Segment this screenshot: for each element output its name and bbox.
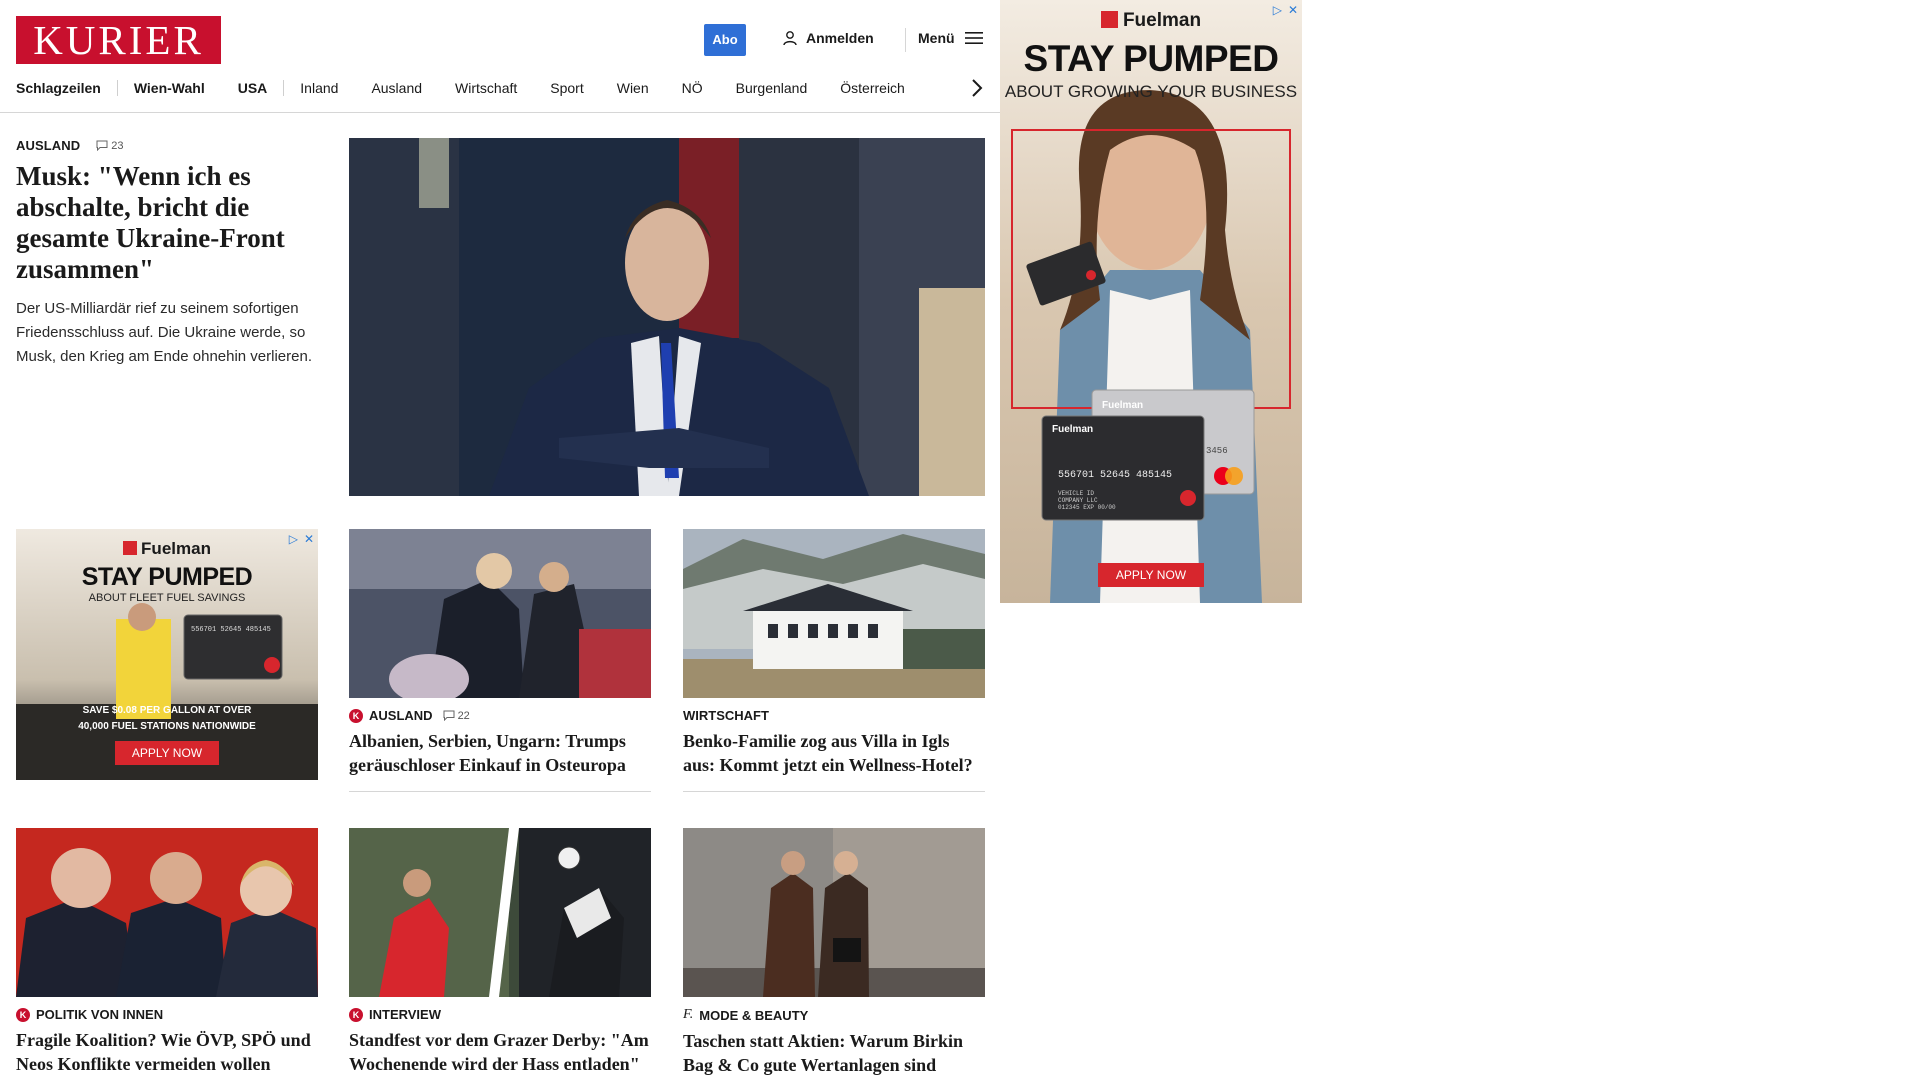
nav-spacer — [354, 80, 355, 96]
ressort-label: WIRTSCHAFT — [683, 708, 769, 723]
card-details: VEHICLE ID COMPANY LLC 012345 EXP 00/00 — [1058, 490, 1116, 511]
card-ressort: f. MODE & BEAUTY — [683, 1007, 985, 1023]
nav-item-wirtschaft[interactable]: Wirtschaft — [455, 80, 517, 96]
nav-item-sport[interactable]: Sport — [550, 80, 583, 96]
ad-side-branding: Fuelman STAY PUMPED ABOUT GROWING YOUR B… — [1000, 10, 1302, 102]
nav-spacer — [665, 80, 666, 96]
card-ressort: K INTERVIEW — [349, 1007, 651, 1022]
nav-divider — [116, 80, 118, 96]
comment-count-label: 22 — [457, 709, 470, 722]
ressort-label: MODE & BEAUTY — [699, 1007, 809, 1023]
article-image-derby[interactable] — [349, 828, 651, 997]
lead-article[interactable]: AUSLAND 23 Musk: "Wenn ich es abschalte,… — [16, 138, 316, 369]
card-ressort: WIRTSCHAFT — [683, 708, 985, 723]
article-title[interactable]: Standfest vor dem Grazer Derby: "Am Woch… — [349, 1028, 651, 1076]
card-ressort: K POLITIK VON INNEN — [16, 1007, 318, 1022]
kurier-logo[interactable]: KURIER — [16, 16, 221, 64]
comment-count-label: 23 — [111, 139, 124, 152]
ressort-label: POLITIK VON INNEN — [36, 1007, 164, 1022]
nav-item-wien-wahl[interactable]: Wien-Wahl — [134, 80, 205, 96]
ressort-label: AUSLAND — [16, 138, 81, 153]
article-card[interactable]: K INTERVIEW Standfest vor dem Grazer Der… — [349, 828, 651, 1076]
ad-apply-button[interactable]: APPLY NOW — [115, 741, 219, 765]
article-card[interactable]: WIRTSCHAFT Benko-Familie zog aus Villa i… — [683, 529, 985, 792]
card-brand-back: Fuelman — [1102, 400, 1144, 411]
article-card[interactable]: f. MODE & BEAUTY Taschen statt Aktien: W… — [683, 828, 985, 1077]
nav-divider — [283, 80, 285, 96]
article-card[interactable]: K AUSLAND 22 Albanien, Serbien, Ungarn: … — [349, 529, 651, 792]
ad-apply-button[interactable]: APPLY NOW — [1098, 563, 1204, 587]
card-divider — [683, 791, 985, 792]
nav-spacer — [221, 80, 222, 96]
ad-card-number: 556701 52645 485145 — [1058, 470, 1173, 481]
comment-count[interactable]: 23 — [96, 139, 124, 152]
article-image-trump[interactable] — [349, 529, 651, 698]
nav-item-burgenland[interactable]: Burgenland — [736, 80, 808, 96]
lead-ressort: AUSLAND 23 — [16, 138, 316, 153]
fuelman-logo-icon — [1100, 11, 1118, 28]
article-title[interactable]: Taschen statt Aktien: Warum Birkin Bag &… — [683, 1029, 985, 1077]
login-button[interactable]: Anmelden — [782, 30, 874, 46]
comment-icon — [443, 710, 455, 721]
hamburger-icon — [964, 32, 983, 44]
article-title[interactable]: Benko-Familie zog aus Villa in Igls aus:… — [683, 729, 985, 777]
ad-offer: SAVE $0.08 PER GALLON AT OVER 40,000 FUE… — [78, 705, 256, 732]
ad-subline: ABOUT FLEET FUEL SAVINGS — [88, 592, 246, 604]
ad-brand: Fuelman — [16, 539, 318, 559]
freizeit-icon: f. — [683, 1007, 694, 1022]
card-digits: 3456 — [1206, 446, 1228, 456]
ad-brand: Fuelman — [1000, 10, 1302, 32]
site-header: KURIER Abo Anmelden Menü Schlagzeilen Wi… — [0, 0, 1007, 113]
menu-button[interactable]: Menü — [918, 30, 983, 46]
nav-spacer — [533, 80, 534, 96]
menu-label: Menü — [918, 30, 955, 46]
card-brand-front: Fuelman — [1052, 424, 1094, 435]
article-image-birkin[interactable] — [683, 828, 985, 997]
chevron-right-icon[interactable] — [969, 77, 985, 99]
nav-spacer — [823, 80, 824, 96]
article-title[interactable]: Albanien, Serbien, Ungarn: Trumps geräus… — [349, 729, 651, 777]
lead-teaser: Der US-Milliardär rief zu seinem soforti… — [16, 300, 313, 365]
user-icon — [783, 31, 797, 46]
kurier-plus-icon: K — [349, 1007, 363, 1022]
nav-spacer — [719, 80, 720, 96]
nav-spacer — [600, 80, 601, 96]
comment-icon — [96, 140, 108, 151]
kurier-plus-icon: K — [349, 708, 363, 723]
card-divider — [349, 791, 651, 792]
lead-article-image[interactable] — [349, 138, 985, 496]
ressort-label: AUSLAND — [369, 708, 433, 723]
nav-item-wien[interactable]: Wien — [617, 80, 649, 96]
nav-item-inland[interactable]: Inland — [300, 80, 338, 96]
article-image-villa[interactable] — [683, 529, 985, 698]
ad-headline: STAY PUMPED — [81, 563, 253, 591]
fuelman-logo-icon — [123, 541, 138, 555]
advertisement-fleet[interactable]: ▷ ✕ Fuelman STAY PUMPED ABOUT FLEET FUEL… — [16, 529, 318, 780]
article-title[interactable]: Fragile Koalition? Wie ÖVP, SPÖ und Neos… — [16, 1028, 318, 1076]
article-card[interactable]: K POLITIK VON INNEN Fragile Koalition? W… — [16, 828, 318, 1076]
comment-count[interactable]: 22 — [443, 710, 470, 722]
abo-button[interactable]: Abo — [704, 24, 746, 56]
login-label: Anmelden — [806, 30, 874, 46]
advertisement-business[interactable]: ▷ ✕ Fuelman STAY PUMPED ABOUT GROWING YO… — [1000, 0, 1302, 603]
category-nav: Schlagzeilen Wien-Wahl USA Inland Auslan… — [16, 78, 905, 98]
nav-item-schlagzeilen[interactable]: Schlagzeilen — [16, 80, 101, 96]
nav-item-noe[interactable]: NÖ — [682, 80, 703, 96]
ad-small-branding: Fuelman STAY PUMPED ABOUT FLEET FUEL SAV… — [16, 539, 318, 604]
header-divider — [905, 28, 906, 52]
nav-item-usa[interactable]: USA — [238, 80, 268, 96]
ad-subline: ABOUT GROWING YOUR BUSINESS — [1004, 82, 1298, 101]
card-ressort: K AUSLAND 22 — [349, 708, 651, 723]
ad-headline: STAY PUMPED — [1023, 38, 1279, 79]
kurier-plus-icon: K — [16, 1007, 30, 1022]
article-image-koalition[interactable] — [16, 828, 318, 997]
nav-item-ausland[interactable]: Ausland — [371, 80, 422, 96]
nav-item-oesterreich[interactable]: Österreich — [840, 80, 905, 96]
nav-spacer — [438, 80, 439, 96]
ad-card-number: 556701 52645 485145 — [191, 626, 271, 634]
lead-title[interactable]: Musk: "Wenn ich es abschalte, bricht die… — [16, 161, 316, 285]
ressort-label: INTERVIEW — [369, 1007, 441, 1022]
